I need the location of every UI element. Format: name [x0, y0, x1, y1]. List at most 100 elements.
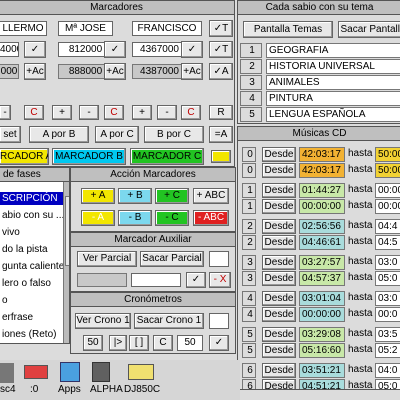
a-por-b-button[interactable]: A por B	[29, 126, 89, 143]
sub-b-button[interactable]: - B	[118, 210, 152, 226]
hasta-time[interactable]: 03:5	[375, 327, 400, 342]
desde-time[interactable]: 03:01:04	[299, 291, 345, 306]
desde-button[interactable]: Desde	[262, 235, 296, 250]
sub-a-button[interactable]: - A	[81, 210, 115, 226]
r-button[interactable]: R	[209, 105, 233, 120]
desde-button[interactable]: Desde	[262, 379, 296, 389]
acc-check-all[interactable]: ✓A	[209, 63, 233, 80]
tema-name[interactable]: GEOGRAFIA	[266, 43, 400, 58]
player-name-2[interactable]: Mª JOSE	[58, 21, 113, 36]
fase-item[interactable]: SCRIPCIÓN	[0, 192, 63, 205]
add-b-button[interactable]: + B	[118, 188, 152, 204]
crono-stop-button[interactable]: [ ]	[129, 335, 149, 351]
player-name-1[interactable]: LLERMO	[0, 21, 47, 36]
hasta-time[interactable]: 00:00	[375, 183, 400, 198]
score-3[interactable]: 4367000	[132, 42, 187, 57]
desde-button[interactable]: Desde	[262, 147, 296, 162]
desde-time[interactable]: 42:03:17	[299, 163, 345, 178]
hasta-time[interactable]: 04:5	[375, 235, 400, 250]
desde-button[interactable]: Desde	[262, 219, 296, 234]
desde-button[interactable]: Desde	[262, 199, 296, 214]
crono-right-value[interactable]: 50	[177, 335, 203, 351]
desde-time[interactable]: 01:44:27	[299, 183, 345, 198]
desde-button[interactable]: Desde	[262, 363, 296, 378]
score-check-1[interactable]: ✓	[24, 41, 46, 58]
hasta-time[interactable]: 04:0	[375, 363, 400, 378]
tema-name[interactable]: PINTURA	[266, 91, 400, 106]
hasta-time[interactable]: 00:00	[375, 199, 400, 214]
fases-scrollbar[interactable]	[63, 182, 69, 343]
desde-time[interactable]: 04:57:37	[299, 271, 345, 286]
desde-time[interactable]: 02:56:56	[299, 219, 345, 234]
score-check-3[interactable]: ✓	[181, 41, 203, 58]
clear-c-button[interactable]: C	[181, 105, 201, 120]
minus-b-button[interactable]: -	[79, 105, 99, 120]
hasta-time[interactable]: 03:0	[375, 291, 400, 306]
desde-time[interactable]: 00:00:00	[299, 307, 345, 322]
player-name-3[interactable]: FRANCISCO	[132, 21, 202, 36]
crono-check-button[interactable]: ✓	[209, 335, 229, 351]
marcador-a-button[interactable]: RCADOR A	[0, 148, 49, 165]
marcador-color-swatch[interactable]	[211, 150, 231, 163]
ver-crono-button[interactable]: Ver Crono 1	[75, 313, 131, 329]
sub-c-button[interactable]: - C	[155, 210, 189, 226]
desde-button[interactable]: Desde	[262, 163, 296, 178]
a-por-c-button[interactable]: A por C	[95, 126, 139, 143]
reset-button[interactable]: set	[0, 126, 21, 143]
desde-time[interactable]: 03:27:57	[299, 255, 345, 270]
desde-button[interactable]: Desde	[262, 183, 296, 198]
apps-icon[interactable]	[60, 362, 80, 382]
hasta-time[interactable]: 50:00	[375, 147, 400, 162]
desde-button[interactable]: Desde	[262, 307, 296, 322]
hasta-time[interactable]: 05:0	[375, 271, 400, 286]
desde-button[interactable]: Desde	[262, 255, 296, 270]
acc-add-1[interactable]: +Ac	[24, 63, 46, 80]
plus-b-button[interactable]: +	[52, 105, 72, 120]
ver-parcial-button[interactable]: Ver Parcial	[77, 251, 137, 267]
clear-b-button[interactable]: C	[104, 105, 124, 120]
crono-swatch[interactable]	[209, 313, 229, 329]
printer-icon[interactable]	[128, 364, 154, 380]
desde-button[interactable]: Desde	[262, 291, 296, 306]
minus-a-button[interactable]: -	[0, 105, 11, 120]
add-a-button[interactable]: + A	[81, 188, 115, 204]
pantalla-temas-button[interactable]: Pantalla Temas	[243, 21, 333, 38]
fase-item[interactable]: do la pista	[0, 243, 63, 256]
desde-time[interactable]: 03:29:08	[299, 327, 345, 342]
score-1[interactable]: 4000	[0, 42, 19, 57]
sacar-pantalla-button[interactable]: Sacar Pantalla	[338, 21, 400, 38]
minus-c-button[interactable]: -	[157, 105, 177, 120]
desde-time[interactable]: 04:51:21	[299, 379, 345, 389]
sacar-crono-button[interactable]: Sacar Crono 1	[134, 313, 204, 329]
add-abc-button[interactable]: + ABC	[193, 188, 229, 204]
acc-add-2[interactable]: +Ac	[104, 63, 126, 80]
floppy-icon[interactable]	[24, 365, 48, 379]
b-por-c-button[interactable]: B por C	[144, 126, 204, 143]
sc4-icon[interactable]	[0, 363, 14, 383]
desde-time[interactable]: 00:00:00	[299, 199, 345, 214]
hasta-time[interactable]: 05:2	[375, 343, 400, 358]
fase-item[interactable]: lero o falso	[0, 277, 63, 290]
fase-item[interactable]: o	[0, 294, 63, 307]
tema-name[interactable]: LENGUA ESPAÑOLA	[266, 107, 400, 122]
hasta-time[interactable]: 00:0	[375, 307, 400, 322]
add-c-button[interactable]: + C	[155, 188, 189, 204]
tema-name[interactable]: HISTORIA UNIVERSAL	[266, 59, 400, 74]
desde-time[interactable]: 04:46:61	[299, 235, 345, 250]
marcador-b-button[interactable]: MARCADOR B	[52, 148, 126, 165]
crono-clear-button[interactable]: C	[153, 335, 173, 351]
auxiliar-swatch[interactable]	[209, 251, 229, 267]
fase-item[interactable]: gunta caliente	[0, 260, 63, 273]
desde-button[interactable]: Desde	[262, 327, 296, 342]
desde-time[interactable]: 05:16:60	[299, 343, 345, 358]
auxiliar-minus-x-button[interactable]: - X	[209, 272, 231, 288]
score-check-2[interactable]: ✓	[104, 41, 126, 58]
hasta-time[interactable]: 03:0	[375, 255, 400, 270]
title-check-button[interactable]: ✓T	[209, 20, 233, 37]
acc-add-3[interactable]: +Ac	[181, 63, 203, 80]
sacar-parcial-button[interactable]: Sacar Parcial	[140, 251, 204, 267]
desde-button[interactable]: Desde	[262, 343, 296, 358]
alpha-icon[interactable]	[92, 362, 110, 382]
fase-item[interactable]: abio con su ...	[0, 209, 63, 222]
hasta-time[interactable]: 50:00	[375, 163, 400, 178]
